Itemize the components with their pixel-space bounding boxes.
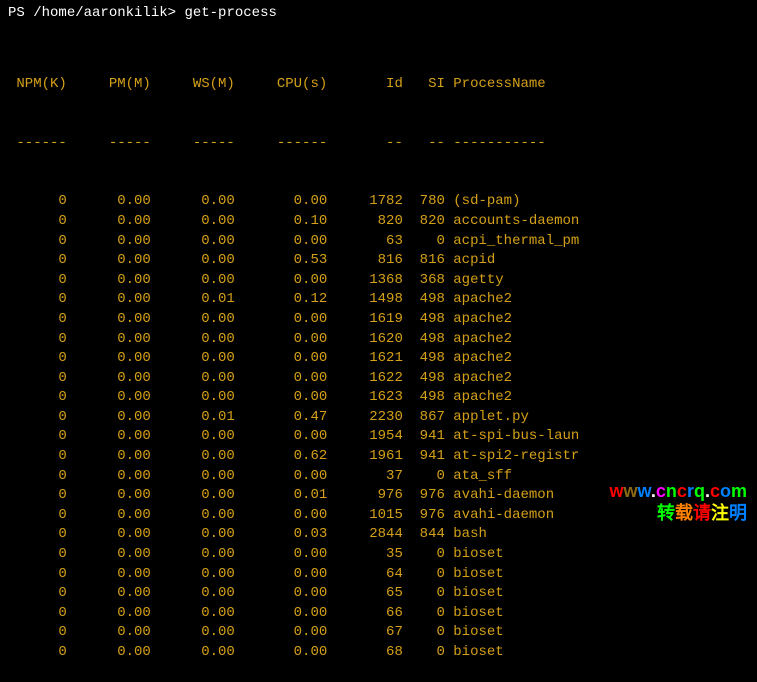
table-row: 0 0.00 0.00 0.03 2844 844 bash	[8, 525, 749, 545]
table-row: 0 0.00 0.00 0.00 1368 368 agetty	[8, 271, 749, 291]
prompt-gt: >	[168, 5, 185, 21]
table-row: 0 0.00 0.00 0.00 1015 976 avahi-daemon	[8, 506, 749, 526]
table-row: 0 0.00 0.01 0.47 2230 867 applet.py	[8, 408, 749, 428]
prompt-path: /home/aaronkilik	[33, 5, 167, 21]
table-row: 0 0.00 0.00 0.00 67 0 bioset	[8, 623, 749, 643]
table-row: 0 0.00 0.00 0.00 65 0 bioset	[8, 584, 749, 604]
table-row: 0 0.00 0.00 0.00 1782 780 (sd-pam)	[8, 192, 749, 212]
table-row: 0 0.00 0.00 0.00 68 0 bioset	[8, 643, 749, 663]
table-row: 0 0.00 0.01 0.12 1498 498 apache2	[8, 290, 749, 310]
prompt-command[interactable]: get-process	[184, 5, 276, 21]
table-row: 0 0.00 0.00 0.62 1961 941 at-spi2-regist…	[8, 447, 749, 467]
table-row: 0 0.00 0.00 0.00 1623 498 apache2	[8, 388, 749, 408]
table-row: 0 0.00 0.00 0.00 35 0 bioset	[8, 545, 749, 565]
table-row: 0 0.00 0.00 0.00 37 0 ata_sff	[8, 467, 749, 487]
table-row: 0 0.00 0.00 0.01 976 976 avahi-daemon	[8, 486, 749, 506]
prompt-prefix: PS	[8, 5, 33, 21]
table-row: 0 0.00 0.00 0.53 816 816 acpid	[8, 251, 749, 271]
table-row: 0 0.00 0.00 0.00 1622 498 apache2	[8, 369, 749, 389]
prompt-line: PS /home/aaronkilik> get-process	[8, 4, 749, 24]
table-row: 0 0.00 0.00 0.00 1620 498 apache2	[8, 330, 749, 350]
table-row: 0 0.00 0.00 0.00 1619 498 apache2	[8, 310, 749, 330]
table-separator: ------ ----- ----- ------ -- -- --------…	[8, 134, 749, 154]
table-header: NPM(K) PM(M) WS(M) CPU(s) Id SI ProcessN…	[8, 75, 749, 95]
table-row: 0 0.00 0.00 0.00 66 0 bioset	[8, 604, 749, 624]
table-row: 0 0.00 0.00 0.10 820 820 accounts-daemon	[8, 212, 749, 232]
table-row: 0 0.00 0.00 0.00 1954 941 at-spi-bus-lau…	[8, 427, 749, 447]
table-row: 0 0.00 0.00 0.00 64 0 bioset	[8, 565, 749, 585]
table-row: 0 0.00 0.00 0.00 63 0 acpi_thermal_pm	[8, 232, 749, 252]
table-row: 0 0.00 0.00 0.00 1621 498 apache2	[8, 349, 749, 369]
process-table: NPM(K) PM(M) WS(M) CPU(s) Id SI ProcessN…	[8, 36, 749, 682]
